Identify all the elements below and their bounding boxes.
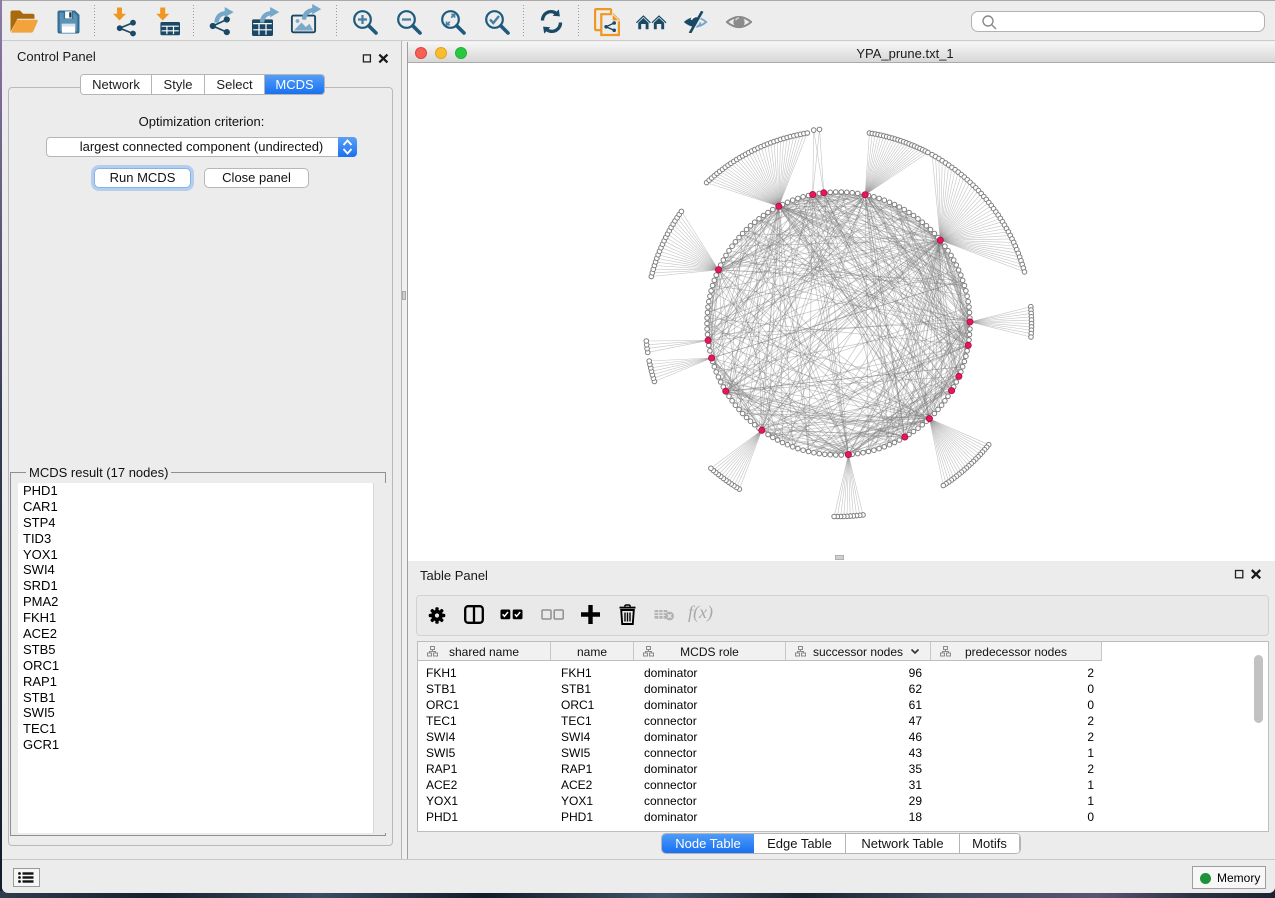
svg-text:f(x): f(x) bbox=[688, 603, 713, 623]
